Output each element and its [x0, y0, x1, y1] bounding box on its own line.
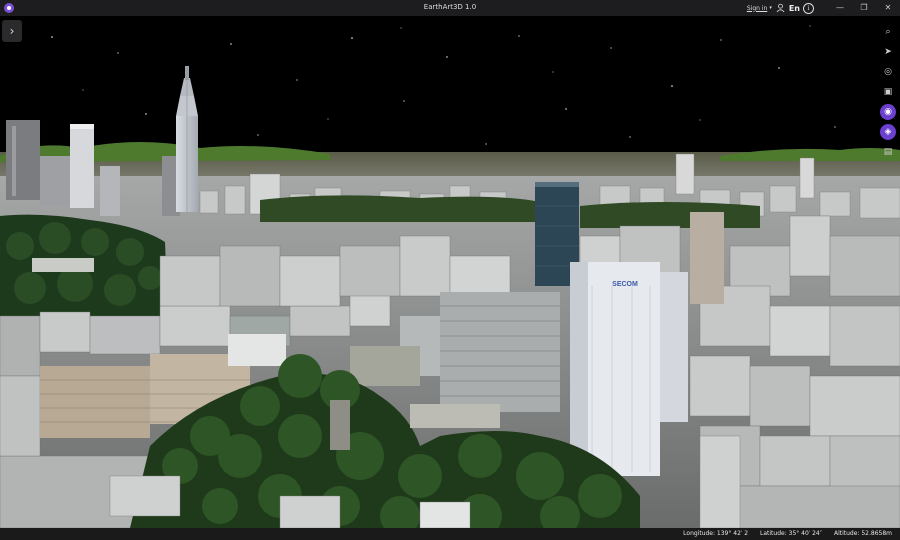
- title-bar: EarthArt3D 1.0 Sign in ▾ En i — ❐ ✕: [0, 0, 900, 16]
- cursor-icon[interactable]: ➤: [879, 44, 897, 60]
- orbit-icon[interactable]: ◉: [880, 104, 896, 120]
- app-window: EarthArt3D 1.0 Sign in ▾ En i — ❐ ✕ SECO…: [0, 0, 900, 540]
- target-icon[interactable]: ◎: [879, 64, 897, 80]
- title-bar-controls: Sign in ▾ En i — ❐ ✕: [747, 0, 900, 16]
- info-icon[interactable]: i: [803, 2, 814, 14]
- map-3d-view[interactable]: SECOM: [0, 16, 900, 528]
- night-sky: [0, 16, 900, 156]
- minimize-button[interactable]: —: [828, 0, 852, 16]
- restore-button[interactable]: ❐: [852, 0, 876, 16]
- park-strip: [260, 195, 540, 222]
- language-selector[interactable]: En: [789, 4, 800, 13]
- latitude-readout: Latitude: 35° 40′ 24″: [760, 530, 822, 537]
- screenshot-icon[interactable]: ▣: [879, 84, 897, 100]
- right-toolbar: ⌕ ➤ ◎ ▣ ◉ ◈ ▤: [879, 24, 897, 164]
- status-bar: Longitude: 139° 42′ 2 Latitude: 35° 40′ …: [0, 528, 900, 540]
- search-icon[interactable]: ⌕: [879, 24, 897, 40]
- longitude-readout: Longitude: 139° 42′ 2: [683, 530, 749, 537]
- shrine-gate: [330, 400, 350, 450]
- altitude-readout: Altitude: 52.8658m: [833, 530, 892, 537]
- sign-in-link[interactable]: Sign in: [747, 5, 767, 12]
- close-button[interactable]: ✕: [876, 0, 900, 16]
- print-icon[interactable]: ▤: [879, 144, 897, 160]
- user-icon[interactable]: [776, 3, 785, 13]
- greenhouse-building: [32, 258, 94, 272]
- brown-tower: [690, 212, 724, 304]
- shrine-building: [410, 404, 500, 428]
- panel-toggle-button[interactable]: ›: [2, 20, 22, 42]
- park-strip-right: [580, 202, 760, 228]
- secom-sign: SECOM: [612, 281, 638, 288]
- sign-in-dropdown-icon[interactable]: ▾: [769, 5, 772, 11]
- wifi-icon[interactable]: ◈: [880, 124, 896, 140]
